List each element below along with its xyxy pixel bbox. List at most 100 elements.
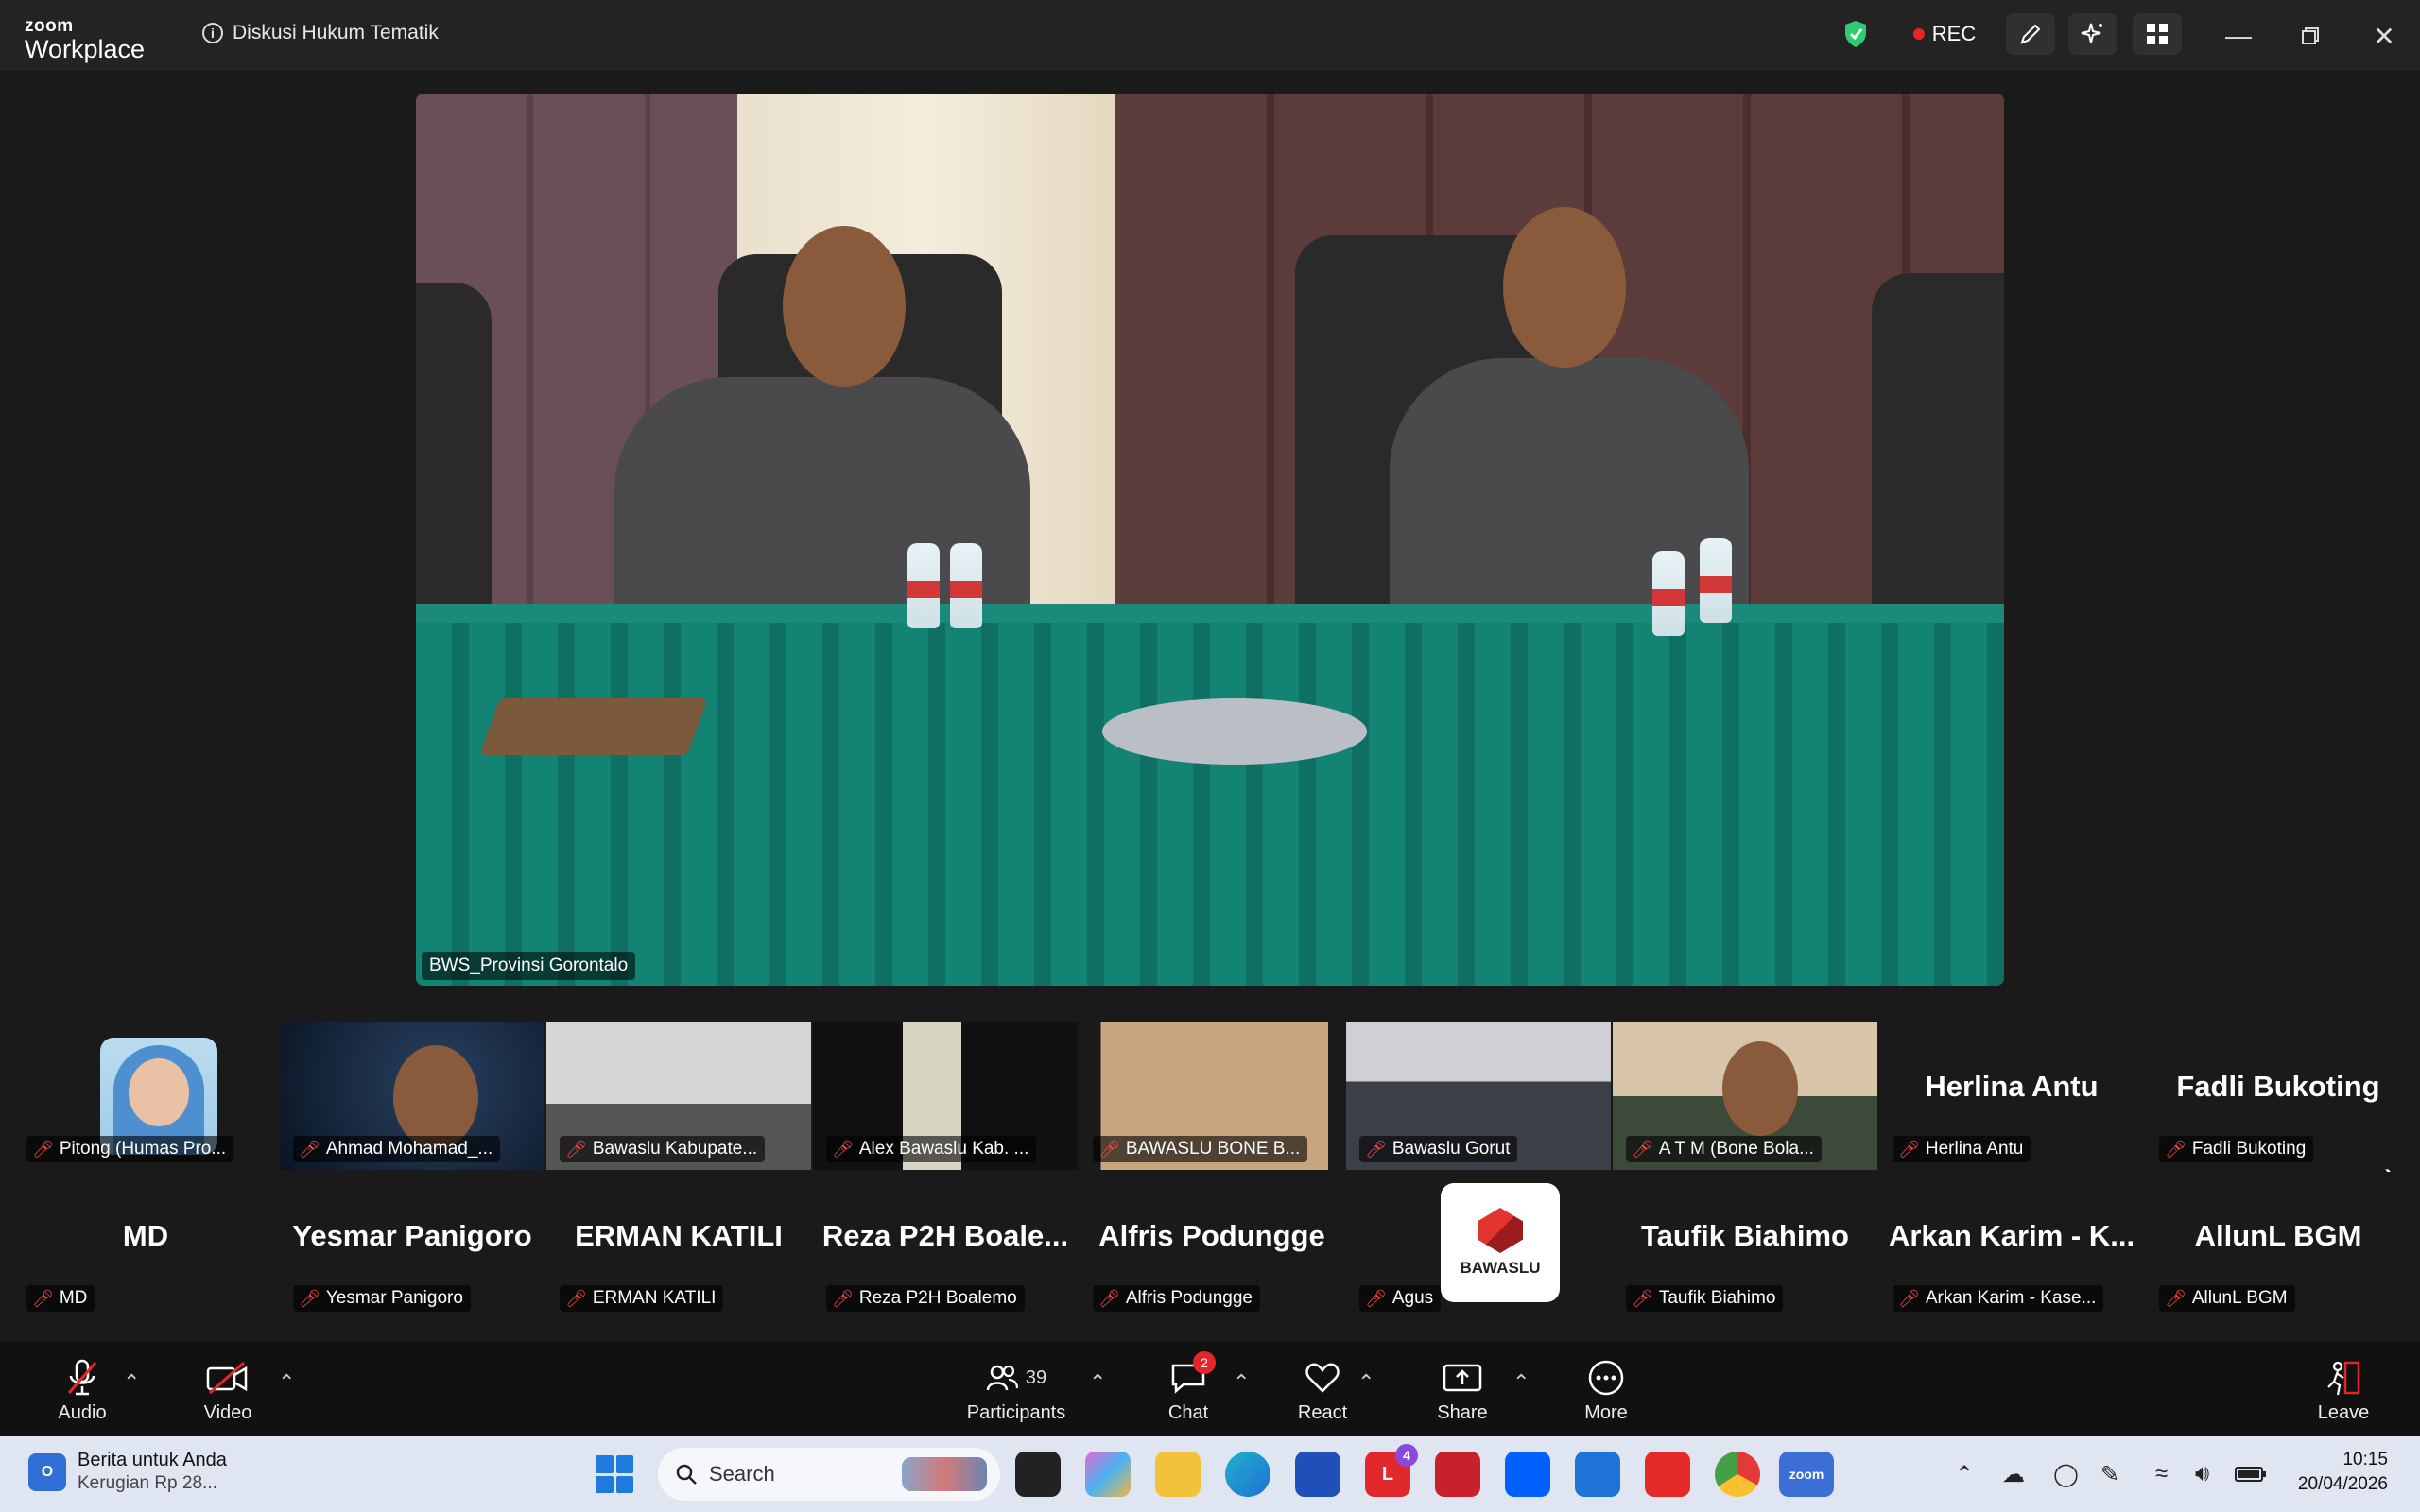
rec-label: REC (1931, 22, 1977, 45)
participant-name: Alfris Podungge (1098, 1219, 1325, 1252)
participant-tile[interactable]: 🎤︎ Ahmad Mohamad_... (280, 1022, 544, 1170)
participant-tile[interactable]: 🎤︎ Bawaslu Kabupate... (546, 1022, 811, 1170)
mic-muted-icon: 🎤︎ (32, 1139, 54, 1159)
water-bottle (1652, 551, 1685, 636)
edge-browser-icon[interactable] (1225, 1452, 1270, 1497)
participant-tile[interactable]: Herlina Antu 🎤︎ Herlina Antu (1879, 1022, 2144, 1170)
participants-options-chevron-up-icon[interactable]: ⌃ (1089, 1370, 1106, 1395)
chat-options-chevron-up-icon[interactable]: ⌃ (1233, 1370, 1250, 1395)
participant-tile[interactable]: 🎤︎ BAWASLU BONE B... (1080, 1022, 1344, 1170)
microsoft-store-icon[interactable] (1295, 1452, 1340, 1497)
water-bottle (1700, 538, 1732, 623)
share-label: Share (1437, 1402, 1488, 1423)
react-options-chevron-up-icon[interactable]: ⌃ (1357, 1370, 1374, 1395)
more-icon (1587, 1359, 1625, 1397)
video-button[interactable]: Video (176, 1359, 280, 1435)
participant-tile[interactable]: Yesmar Panigoro 🎤︎ Yesmar Panigoro (280, 1172, 544, 1319)
windows-start-icon[interactable] (596, 1455, 633, 1493)
taskbar-search[interactable]: Search (658, 1448, 1000, 1501)
video-options-chevron-up-icon[interactable]: ⌃ (278, 1370, 295, 1395)
close-icon[interactable]: ✕ (2365, 17, 2403, 55)
system-clock[interactable]: 10:15 20/04/2026 (2298, 1448, 2388, 1496)
participant-tile[interactable]: BAWASLU 🎤︎ Agus (1346, 1172, 1611, 1319)
audio-options-chevron-up-icon[interactable]: ⌃ (123, 1370, 140, 1395)
wps-office-icon[interactable] (1645, 1452, 1690, 1497)
participant-head (1722, 1041, 1798, 1136)
chrome-icon[interactable] (1715, 1452, 1760, 1497)
leave-button[interactable]: Leave (2291, 1359, 2395, 1435)
volume-icon[interactable]: 🔊︎ (2195, 1459, 2209, 1489)
participants-button[interactable]: 39 Participants (964, 1359, 1068, 1435)
participant-label: 🎤︎ A T M (Bone Bola... (1626, 1136, 1822, 1162)
news-title: Berita untuk Anda (78, 1450, 227, 1470)
share-options-chevron-up-icon[interactable]: ⌃ (1512, 1370, 1530, 1395)
participant-tile[interactable]: Fadli Bukoting 🎤︎ Fadli Bukoting (2146, 1022, 2411, 1170)
pen-tray-icon[interactable]: ✎ (2100, 1459, 2119, 1489)
minimize-icon[interactable]: — (2220, 17, 2257, 55)
mic-muted-icon: 🎤︎ (1365, 1139, 1387, 1159)
participant-tile[interactable]: ERMAN KATILI 🎤︎ ERMAN KATILI (546, 1172, 811, 1319)
participant-tile[interactable]: Reza P2H Boale... 🎤︎ Reza P2H Boalemo (813, 1172, 1078, 1319)
dropbox-icon[interactable] (1505, 1452, 1550, 1497)
outlook-icon[interactable] (1575, 1452, 1620, 1497)
wifi-icon[interactable]: ≈ (2155, 1459, 2168, 1489)
mic-muted-icon: 🎤︎ (1898, 1139, 1920, 1159)
encryption-shield-icon[interactable] (1840, 13, 1872, 55)
recording-indicator[interactable]: REC (1902, 13, 1987, 55)
react-label: React (1297, 1402, 1348, 1423)
participants-label: Participants (966, 1402, 1066, 1423)
red-app-icon[interactable]: L 4 (1365, 1444, 1418, 1497)
annotate-button[interactable] (2006, 13, 2055, 55)
mic-muted-icon: 🎤︎ (565, 1288, 587, 1308)
red-app-badge: 4 (1395, 1444, 1418, 1467)
leave-label: Leave (2317, 1402, 2370, 1423)
participant-label: 🎤︎ Bawaslu Kabupate... (560, 1136, 766, 1162)
sparkle-icon (2081, 23, 2102, 43)
chat-button[interactable]: 2 Chat (1136, 1351, 1240, 1435)
participant-name: ERMAN KATILI (575, 1219, 783, 1252)
mic-muted-icon: 🎤︎ (1632, 1288, 1653, 1308)
logo-top: zoom (25, 16, 74, 36)
participant-tile[interactable]: Taufik Biahimo 🎤︎ Taufik Biahimo (1613, 1172, 1877, 1319)
meeting-info-button[interactable]: i Diskusi Hukum Tematik (202, 19, 439, 47)
participant-name: Yesmar Panigoro (292, 1219, 532, 1252)
participant-name: Herlina Antu (1925, 1070, 2099, 1103)
participant-tile[interactable]: 🎤︎ Bawaslu Gorut (1346, 1022, 1611, 1170)
more-button[interactable]: More (1554, 1359, 1658, 1435)
participant-tile[interactable]: Alfris Podungge 🎤︎ Alfris Podungge (1080, 1172, 1344, 1319)
video-off-icon (206, 1359, 250, 1397)
participant-tile[interactable]: MD 🎤︎ MD (13, 1172, 278, 1319)
mic-muted-icon: 🎤︎ (1365, 1288, 1387, 1308)
mic-muted-icon: 🎤︎ (299, 1288, 320, 1308)
participant-tile[interactable]: Arkan Karim - K... 🎤︎ Arkan Karim - Kase.… (1879, 1172, 2144, 1319)
participant-label: 🎤︎ Taufik Biahimo (1626, 1285, 1784, 1312)
copilot-icon[interactable] (1085, 1452, 1131, 1497)
bawaslu-logo: BAWASLU (1441, 1183, 1560, 1302)
news-widget[interactable]: O Berita untuk Anda Kerugian Rp 28... (28, 1450, 227, 1494)
battery-icon[interactable] (2235, 1459, 2267, 1489)
file-explorer-icon[interactable] (1155, 1452, 1201, 1497)
participant-head (393, 1045, 478, 1149)
active-speaker-video[interactable]: BWS_Provinsi Gorontalo (416, 94, 2004, 986)
chat-icon: 2 (1170, 1351, 1216, 1397)
restore-icon[interactable] (2291, 17, 2329, 55)
share-screen-icon (1443, 1359, 1482, 1397)
audio-button[interactable]: Audio (30, 1359, 134, 1435)
task-view-icon[interactable] (1015, 1452, 1061, 1497)
mcafee-icon[interactable] (1435, 1452, 1480, 1497)
onedrive-icon[interactable]: ☁ (2002, 1459, 2025, 1489)
participant-tile[interactable]: 🎤︎ Alex Bawaslu Kab. ... (813, 1022, 1078, 1170)
mic-muted-icon (65, 1359, 99, 1397)
ai-companion-button[interactable] (2068, 13, 2118, 55)
vpn-icon[interactable]: ◯ (2053, 1459, 2079, 1489)
participant-tile[interactable]: AllunL BGM 🎤︎ AllunL BGM (2146, 1172, 2411, 1319)
water-bottle (908, 543, 940, 628)
share-button[interactable]: Share (1410, 1359, 1514, 1435)
zoom-app-icon[interactable]: zoom (1779, 1452, 1834, 1497)
participant-tile[interactable]: 🎤︎ A T M (Bone Bola... (1613, 1022, 1877, 1170)
search-label: Search (709, 1462, 775, 1486)
apps-button[interactable] (2133, 13, 2182, 55)
show-hidden-icons-chevron-up-icon[interactable]: ⌃ (1955, 1459, 1974, 1489)
participant-label: 🎤︎ Reza P2H Boalemo (826, 1285, 1025, 1312)
participant-tile[interactable]: 🎤︎ Pitong (Humas Pro... (13, 1022, 278, 1170)
